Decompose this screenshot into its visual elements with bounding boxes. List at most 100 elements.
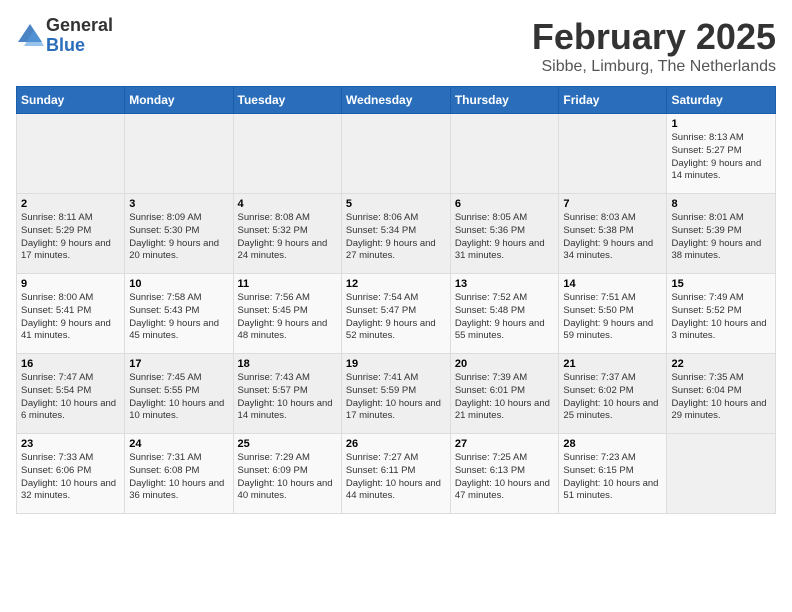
day-info: Sunrise: 8:00 AM Sunset: 5:41 PM Dayligh… — [21, 292, 120, 343]
calendar-day-cell: 15 Sunrise: 7:49 AM Sunset: 5:52 PM Dayli… — [667, 274, 776, 354]
logo: General Blue — [16, 16, 113, 56]
logo-text: General Blue — [46, 16, 113, 56]
day-info: Sunrise: 7:23 AM Sunset: 6:15 PM Dayligh… — [563, 452, 662, 503]
calendar-day-cell: 25Sunrise: 7:29 AM Sunset: 6:09 PM Dayli… — [233, 434, 341, 514]
day-of-week-header: Tuesday — [233, 87, 341, 114]
day-info: Sunrise: 7:56 AM Sunset: 5:45 PM Dayligh… — [238, 292, 337, 343]
day-number: 18 — [238, 358, 337, 370]
day-of-week-header: Saturday — [667, 87, 776, 114]
calendar-day-cell — [125, 114, 233, 194]
calendar-day-cell — [17, 114, 125, 194]
day-info: Sunrise: 8:05 AM Sunset: 5:36 PM Dayligh… — [455, 212, 555, 263]
calendar-day-cell: 14 Sunrise: 7:51 AM Sunset: 5:50 PM Dayli… — [559, 274, 667, 354]
day-info: Sunrise: 7:25 AM Sunset: 6:13 PM Dayligh… — [455, 452, 555, 503]
day-info: Sunrise: 8:01 AM Sunset: 5:39 PM Dayligh… — [671, 212, 771, 263]
calendar-day-cell: 13Sunrise: 7:52 AM Sunset: 5:48 PM Dayli… — [450, 274, 559, 354]
day-info: Sunrise: 8:03 AM Sunset: 5:38 PM Dayligh… — [563, 212, 662, 263]
day-info: Sunrise: 7:51 AM Sunset: 5:50 PM Dayligh… — [563, 292, 662, 343]
calendar-day-cell: 17 Sunrise: 7:45 AM Sunset: 5:55 PM Dayli… — [125, 354, 233, 434]
calendar-day-cell: 5 Sunrise: 8:06 AM Sunset: 5:34 PM Daylig… — [341, 194, 450, 274]
day-info: Sunrise: 7:35 AM Sunset: 6:04 PM Dayligh… — [671, 372, 771, 423]
calendar-day-cell: 22 Sunrise: 7:35 AM Sunset: 6:04 PM Dayli… — [667, 354, 776, 434]
calendar-day-cell: 26 Sunrise: 7:27 AM Sunset: 6:11 PM Dayli… — [341, 434, 450, 514]
day-number: 17 — [129, 358, 228, 370]
day-info: Sunrise: 7:52 AM Sunset: 5:48 PM Dayligh… — [455, 292, 555, 343]
day-number: 2 — [21, 198, 120, 210]
day-number: 11 — [238, 278, 337, 290]
day-info: Sunrise: 7:54 AM Sunset: 5:47 PM Dayligh… — [346, 292, 446, 343]
day-number: 5 — [346, 198, 446, 210]
calendar-week-row: 23 Sunrise: 7:33 AM Sunset: 6:06 PM Dayli… — [17, 434, 776, 514]
calendar-day-cell — [559, 114, 667, 194]
day-number: 10 — [129, 278, 228, 290]
day-number: 3 — [129, 198, 228, 210]
day-info: Sunrise: 7:58 AM Sunset: 5:43 PM Dayligh… — [129, 292, 228, 343]
day-info: Sunrise: 7:27 AM Sunset: 6:11 PM Dayligh… — [346, 452, 446, 503]
logo-blue: Blue — [46, 36, 113, 56]
day-info: Sunrise: 7:47 AM Sunset: 5:54 PM Dayligh… — [21, 372, 120, 423]
calendar-day-cell — [233, 114, 341, 194]
day-info: Sunrise: 7:37 AM Sunset: 6:02 PM Dayligh… — [563, 372, 662, 423]
calendar-day-cell: 19 Sunrise: 7:41 AM Sunset: 5:59 PM Dayli… — [341, 354, 450, 434]
day-number: 27 — [455, 438, 555, 450]
calendar-day-cell: 1Sunrise: 8:13 AM Sunset: 5:27 PM Daylig… — [667, 114, 776, 194]
day-number: 14 — [563, 278, 662, 290]
day-number: 28 — [563, 438, 662, 450]
day-info: Sunrise: 7:43 AM Sunset: 5:57 PM Dayligh… — [238, 372, 337, 423]
calendar-day-cell: 12 Sunrise: 7:54 AM Sunset: 5:47 PM Dayli… — [341, 274, 450, 354]
calendar-day-cell: 16 Sunrise: 7:47 AM Sunset: 5:54 PM Dayli… — [17, 354, 125, 434]
day-info: Sunrise: 7:39 AM Sunset: 6:01 PM Dayligh… — [455, 372, 555, 423]
calendar-week-row: 16 Sunrise: 7:47 AM Sunset: 5:54 PM Dayli… — [17, 354, 776, 434]
day-number: 21 — [563, 358, 662, 370]
calendar-header-row: SundayMondayTuesdayWednesdayThursdayFrid… — [17, 87, 776, 114]
title-block: February 2025 Sibbe, Limburg, The Nether… — [532, 16, 776, 76]
logo-general: General — [46, 16, 113, 36]
calendar-day-cell: 20 Sunrise: 7:39 AM Sunset: 6:01 PM Dayli… — [450, 354, 559, 434]
day-number: 19 — [346, 358, 446, 370]
calendar-day-cell: 10 Sunrise: 7:58 AM Sunset: 5:43 PM Dayli… — [125, 274, 233, 354]
calendar-day-cell: 7 Sunrise: 8:03 AM Sunset: 5:38 PM Daylig… — [559, 194, 667, 274]
calendar-day-cell: 4Sunrise: 8:08 AM Sunset: 5:32 PM Daylig… — [233, 194, 341, 274]
calendar-day-cell — [667, 434, 776, 514]
calendar-week-row: 9 Sunrise: 8:00 AM Sunset: 5:41 PM Daylig… — [17, 274, 776, 354]
day-info: Sunrise: 7:31 AM Sunset: 6:08 PM Dayligh… — [129, 452, 228, 503]
day-info: Sunrise: 7:41 AM Sunset: 5:59 PM Dayligh… — [346, 372, 446, 423]
day-number: 22 — [671, 358, 771, 370]
calendar-day-cell: 24 Sunrise: 7:31 AM Sunset: 6:08 PM Dayli… — [125, 434, 233, 514]
calendar-day-cell: 6 Sunrise: 8:05 AM Sunset: 5:36 PM Daylig… — [450, 194, 559, 274]
day-info: Sunrise: 8:06 AM Sunset: 5:34 PM Dayligh… — [346, 212, 446, 263]
calendar-day-cell — [450, 114, 559, 194]
calendar-table: SundayMondayTuesdayWednesdayThursdayFrid… — [16, 86, 776, 514]
calendar-day-cell: 27 Sunrise: 7:25 AM Sunset: 6:13 PM Dayli… — [450, 434, 559, 514]
calendar-day-cell: 11 Sunrise: 7:56 AM Sunset: 5:45 PM Dayli… — [233, 274, 341, 354]
day-number: 20 — [455, 358, 555, 370]
day-info: Sunrise: 7:49 AM Sunset: 5:52 PM Dayligh… — [671, 292, 771, 343]
day-number: 23 — [21, 438, 120, 450]
day-number: 1 — [671, 118, 771, 130]
day-number: 24 — [129, 438, 228, 450]
day-number: 12 — [346, 278, 446, 290]
day-number: 25 — [238, 438, 337, 450]
day-info: Sunrise: 8:11 AM Sunset: 5:29 PM Dayligh… — [21, 212, 120, 263]
calendar-day-cell: 28 Sunrise: 7:23 AM Sunset: 6:15 PM Dayli… — [559, 434, 667, 514]
day-info: Sunrise: 7:33 AM Sunset: 6:06 PM Dayligh… — [21, 452, 120, 503]
month-title: February 2025 — [532, 16, 776, 58]
day-of-week-header: Monday — [125, 87, 233, 114]
day-number: 9 — [21, 278, 120, 290]
day-of-week-header: Sunday — [17, 87, 125, 114]
calendar-day-cell: 21 Sunrise: 7:37 AM Sunset: 6:02 PM Dayli… — [559, 354, 667, 434]
day-info: Sunrise: 7:45 AM Sunset: 5:55 PM Dayligh… — [129, 372, 228, 423]
day-number: 8 — [671, 198, 771, 210]
location: Sibbe, Limburg, The Netherlands — [532, 58, 776, 76]
day-number: 15 — [671, 278, 771, 290]
day-number: 26 — [346, 438, 446, 450]
day-number: 6 — [455, 198, 555, 210]
logo-icon — [16, 22, 44, 50]
calendar-week-row: 2 Sunrise: 8:11 AM Sunset: 5:29 PM Daylig… — [17, 194, 776, 274]
day-info: Sunrise: 8:08 AM Sunset: 5:32 PM Dayligh… — [238, 212, 337, 263]
day-info: Sunrise: 8:09 AM Sunset: 5:30 PM Dayligh… — [129, 212, 228, 263]
day-number: 16 — [21, 358, 120, 370]
calendar-day-cell: 23 Sunrise: 7:33 AM Sunset: 6:06 PM Dayli… — [17, 434, 125, 514]
day-of-week-header: Wednesday — [341, 87, 450, 114]
day-number: 7 — [563, 198, 662, 210]
